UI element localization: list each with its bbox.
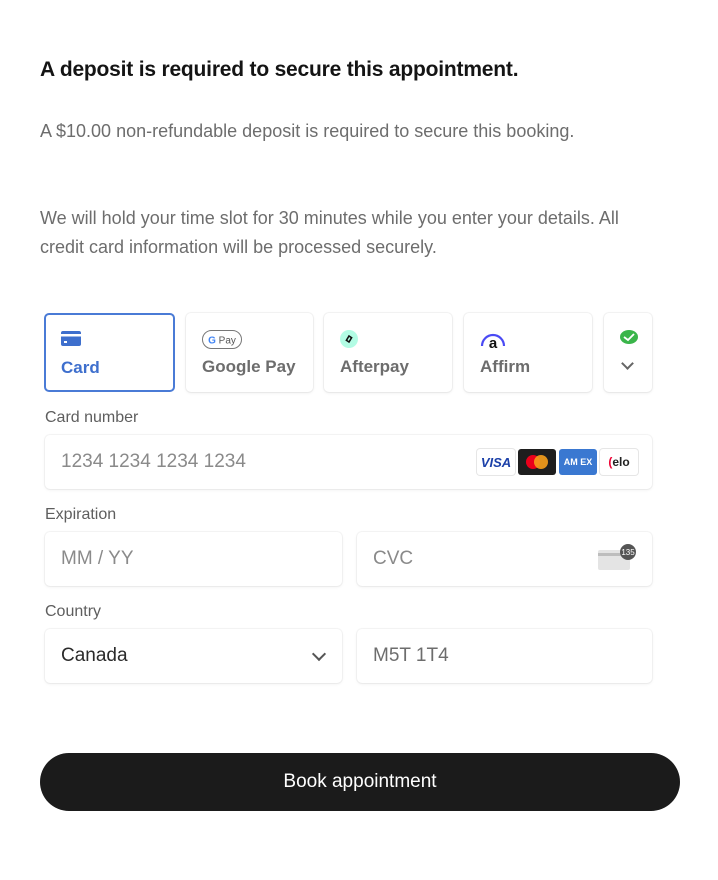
- visa-icon: VISA: [477, 449, 515, 475]
- deposit-description: A $10.00 non-refundable deposit is requi…: [40, 121, 575, 141]
- wechat-pay-icon: [620, 330, 638, 351]
- expiration-input[interactable]: [61, 532, 269, 586]
- tab-affirm-label: Affirm: [480, 357, 531, 376]
- card-number-label: Card number: [45, 409, 139, 426]
- country-value: Canada: [61, 645, 128, 666]
- tab-google-pay-label: Google Pay: [202, 357, 296, 376]
- expiration-field[interactable]: [45, 532, 342, 586]
- page-title: A deposit is required to secure this app…: [40, 58, 519, 81]
- tab-google-pay[interactable]: G Pay Google Pay: [186, 313, 313, 392]
- svg-text:a: a: [489, 335, 498, 350]
- google-pay-icon: G Pay: [202, 330, 242, 354]
- tab-more-methods[interactable]: [604, 313, 652, 392]
- card-number-input[interactable]: [61, 435, 486, 489]
- tab-card-label: Card: [61, 358, 100, 377]
- elo-icon: (elo: [600, 449, 638, 475]
- country-select[interactable]: Canada: [45, 629, 342, 683]
- cvc-card-icon: 135: [598, 544, 636, 577]
- tab-card[interactable]: Card: [44, 313, 175, 392]
- card-brands: VISA AM EX (elo: [477, 449, 638, 475]
- chevron-down-icon: [311, 646, 327, 662]
- mastercard-icon: [518, 449, 556, 475]
- amex-icon: AM EX: [559, 449, 597, 475]
- postal-code-field[interactable]: [357, 629, 652, 683]
- svg-text:135: 135: [621, 548, 635, 557]
- cvc-input[interactable]: [373, 532, 580, 586]
- cvc-field[interactable]: 135: [357, 532, 652, 586]
- expiration-label: Expiration: [45, 506, 117, 523]
- postal-code-input[interactable]: [373, 629, 580, 683]
- country-label: Country: [45, 603, 102, 620]
- book-appointment-button[interactable]: Book appointment: [40, 753, 680, 811]
- elo-text: elo: [612, 455, 630, 469]
- tab-affirm[interactable]: a Affirm: [464, 313, 592, 392]
- credit-card-icon: [61, 331, 81, 351]
- affirm-icon: a: [480, 330, 506, 355]
- tab-afterpay[interactable]: Afterpay: [324, 313, 452, 392]
- chevron-down-icon: [621, 357, 634, 370]
- card-number-field[interactable]: VISA AM EX (elo: [45, 435, 652, 489]
- afterpay-icon: [340, 330, 358, 353]
- tab-afterpay-label: Afterpay: [340, 357, 409, 376]
- svg-text:G Pay: G Pay: [208, 336, 236, 347]
- hold-description: We will hold your time slot for 30 minut…: [40, 208, 619, 257]
